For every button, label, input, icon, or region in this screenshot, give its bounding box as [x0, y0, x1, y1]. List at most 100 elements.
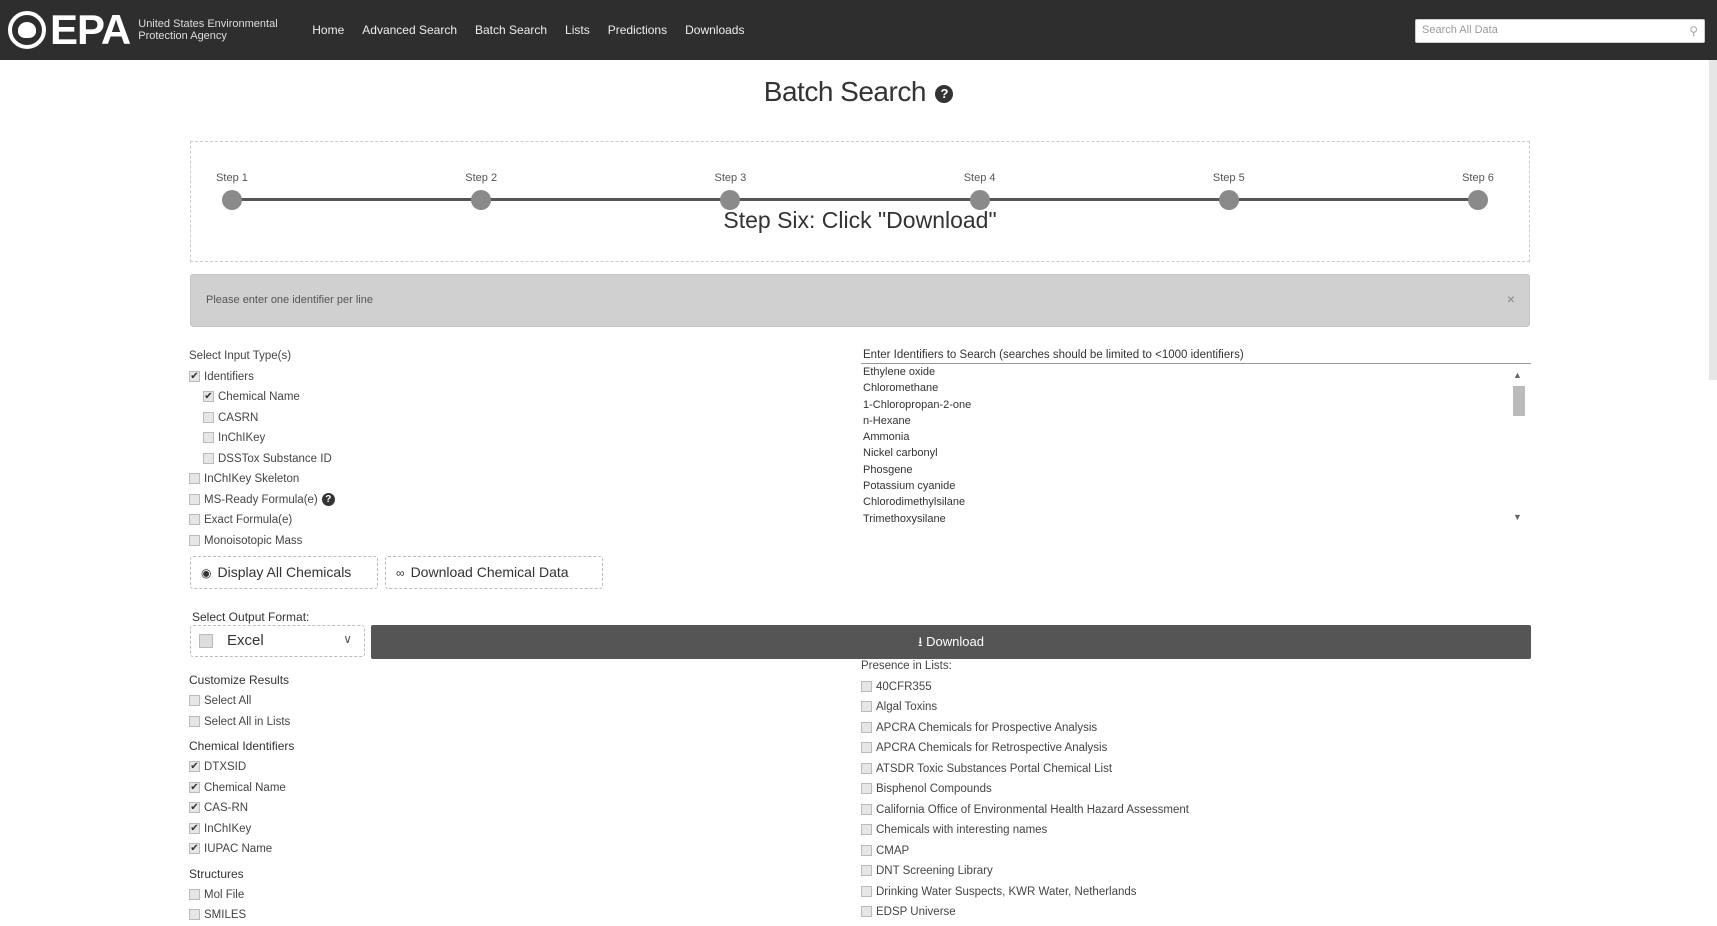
- checkbox[interactable]: [861, 783, 872, 795]
- checkbox[interactable]: [189, 843, 200, 855]
- checkbox[interactable]: [189, 370, 200, 382]
- output-format-value: Excel: [227, 632, 264, 649]
- scroll-up-icon[interactable]: ▲: [1513, 370, 1522, 380]
- presence-list-option[interactable]: Chemicals with interesting names: [861, 820, 1561, 841]
- checkbox[interactable]: [203, 432, 214, 444]
- input-type-option[interactable]: DSSTox Substance ID: [189, 449, 589, 470]
- help-icon[interactable]: ?: [935, 84, 954, 103]
- nav-link[interactable]: Predictions: [608, 23, 667, 37]
- checkbox[interactable]: [189, 888, 200, 900]
- step-6[interactable]: Step 6: [1438, 172, 1518, 210]
- checkbox[interactable]: [189, 715, 200, 727]
- checkbox[interactable]: [861, 803, 872, 815]
- identifiers-textarea[interactable]: Enter Identifiers to Search (searches sh…: [861, 346, 1531, 526]
- checkbox[interactable]: [189, 761, 200, 773]
- input-type-option[interactable]: Exact Formula(e): [189, 510, 589, 531]
- structure-option[interactable]: SMILES: [189, 905, 589, 926]
- customize-option[interactable]: Select All in Lists: [189, 712, 589, 733]
- presence-list-option[interactable]: CMAP: [861, 841, 1561, 862]
- nav-link[interactable]: Lists: [565, 23, 590, 37]
- presence-list-option[interactable]: 40CFR355: [861, 677, 1561, 698]
- checkbox[interactable]: [861, 701, 872, 713]
- input-type-option[interactable]: InChIKey: [189, 428, 589, 449]
- help-icon[interactable]: ?: [321, 492, 335, 506]
- presence-list-option[interactable]: EDSP Universe: [861, 902, 1561, 923]
- nav-link[interactable]: Batch Search: [475, 23, 547, 37]
- checkbox[interactable]: [189, 802, 200, 814]
- eye-icon: ◉: [201, 566, 212, 580]
- presence-list-option[interactable]: ATSDR Toxic Substances Portal Chemical L…: [861, 759, 1561, 780]
- step-1[interactable]: Step 1: [192, 172, 272, 210]
- download-label: Download: [926, 634, 984, 649]
- checkbox[interactable]: [189, 781, 200, 793]
- close-icon[interactable]: ×: [1507, 291, 1515, 307]
- search-icon[interactable]: ⚲: [1689, 24, 1698, 38]
- checkbox[interactable]: [189, 822, 200, 834]
- checkbox[interactable]: [189, 493, 200, 505]
- identifiers-title: Enter Identifiers to Search (searches sh…: [861, 346, 1531, 364]
- checkbox[interactable]: [861, 680, 872, 692]
- download-button[interactable]: ⭳ Download: [371, 625, 1531, 659]
- input-type-option[interactable]: Identifiers: [189, 367, 589, 388]
- checkbox[interactable]: [203, 452, 214, 464]
- epa-logo[interactable]: EPA: [8, 6, 131, 53]
- nav-link[interactable]: Downloads: [685, 23, 744, 37]
- chemical-identifier-option[interactable]: InChIKey: [189, 819, 589, 840]
- checkbox[interactable]: [861, 906, 872, 918]
- checkbox[interactable]: [861, 865, 872, 877]
- checkbox[interactable]: [189, 909, 200, 921]
- site-search-input[interactable]: Search All Data ⚲: [1415, 19, 1705, 43]
- step-label: Step 3: [714, 172, 747, 184]
- presence-list-option[interactable]: California Office of Environmental Healt…: [861, 800, 1561, 821]
- checkbox-label: Drinking Water Suspects, KWR Water, Neth…: [876, 885, 1137, 898]
- scroll-thumb[interactable]: [1513, 386, 1525, 416]
- logo-text: EPA: [50, 6, 131, 53]
- checkbox[interactable]: [861, 824, 872, 836]
- checkbox[interactable]: [189, 695, 200, 707]
- identifier-line: n-Hexane: [863, 414, 911, 427]
- chem-ids-title: Chemical Identifiers: [189, 739, 295, 753]
- scroll-down-icon[interactable]: ▼: [1513, 512, 1522, 522]
- identifiers-list[interactable]: Ethylene oxide Chloromethane 1-Chloropropa…: [861, 364, 1531, 526]
- presence-list-option[interactable]: APCRA Chemicals for Prospective Analysis: [861, 718, 1561, 739]
- agency-name: United States Environmental Protection A…: [138, 18, 278, 42]
- checkbox[interactable]: [203, 391, 214, 403]
- input-type-option[interactable]: Monoisotopic Mass: [189, 531, 589, 552]
- checkbox[interactable]: [861, 762, 872, 774]
- step-3[interactable]: Step 3: [690, 172, 770, 210]
- checkbox[interactable]: [189, 473, 200, 485]
- presence-list-option[interactable]: Drinking Water Suspects, KWR Water, Neth…: [861, 882, 1561, 903]
- customize-option[interactable]: Select All: [189, 691, 589, 712]
- display-all-chemicals-button[interactable]: ◉ Display All Chemicals: [190, 556, 378, 589]
- nav-link[interactable]: Home: [312, 23, 344, 37]
- step-5[interactable]: Step 5: [1189, 172, 1269, 210]
- epa-flower-icon: [8, 11, 46, 49]
- chemical-identifier-option[interactable]: Chemical Name: [189, 778, 589, 799]
- page-scrollbar[interactable]: [1709, 60, 1717, 380]
- step-2[interactable]: Step 2: [441, 172, 521, 210]
- checkbox[interactable]: [861, 885, 872, 897]
- input-type-option[interactable]: CASRN: [189, 408, 589, 429]
- checkbox[interactable]: [861, 721, 872, 733]
- structure-option[interactable]: Mol File: [189, 885, 589, 906]
- checkbox[interactable]: [189, 514, 200, 526]
- input-type-option[interactable]: InChIKey Skeleton: [189, 469, 589, 490]
- step-4[interactable]: Step 4: [940, 172, 1020, 210]
- nav-link[interactable]: Advanced Search: [362, 23, 457, 37]
- checkbox[interactable]: [189, 534, 200, 546]
- checkbox[interactable]: [203, 411, 214, 423]
- chemical-identifier-option[interactable]: IUPAC Name: [189, 839, 589, 860]
- download-chemical-data-button[interactable]: ∞ Download Chemical Data: [385, 556, 603, 589]
- input-type-option[interactable]: MS-Ready Formula(e)?: [189, 490, 589, 511]
- textarea-scrollbar[interactable]: ▲ ▼: [1511, 370, 1527, 522]
- chemical-identifier-option[interactable]: CAS-RN: [189, 798, 589, 819]
- input-type-option[interactable]: Chemical Name: [189, 387, 589, 408]
- presence-list-option[interactable]: DNT Screening Library: [861, 861, 1561, 882]
- chemical-identifier-option[interactable]: DTXSID: [189, 757, 589, 778]
- presence-list-option[interactable]: Algal Toxins: [861, 697, 1561, 718]
- presence-list-option[interactable]: APCRA Chemicals for Retrospective Analys…: [861, 738, 1561, 759]
- presence-list-option[interactable]: Bisphenol Compounds: [861, 779, 1561, 800]
- output-format-select[interactable]: Excel ∨: [190, 625, 365, 657]
- checkbox[interactable]: [861, 742, 872, 754]
- checkbox[interactable]: [861, 844, 872, 856]
